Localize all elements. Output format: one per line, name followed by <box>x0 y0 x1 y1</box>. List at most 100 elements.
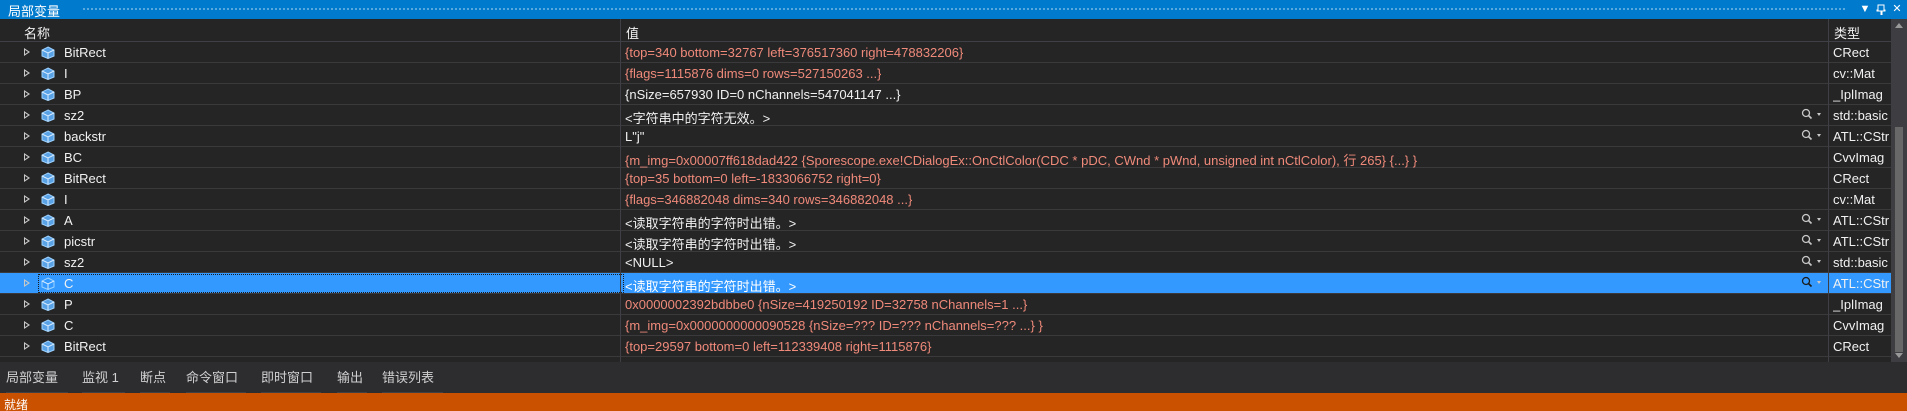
variable-row[interactable]: sz2 <字符串中的字符无效。> std::basic <box>0 105 1891 126</box>
variable-type: cv::Mat <box>1833 192 1875 207</box>
tab-2[interactable]: 断点 <box>140 367 170 395</box>
scroll-up-icon[interactable] <box>1895 23 1903 28</box>
expand-triangle-icon[interactable] <box>24 69 30 77</box>
variable-row[interactable]: A <读取字符串的字符时出错。> ATL::CStr <box>0 210 1891 231</box>
expand-triangle-icon[interactable] <box>24 321 30 329</box>
expand-triangle-icon[interactable] <box>24 300 30 308</box>
close-icon[interactable]: ✕ <box>1889 0 1905 19</box>
column-divider <box>620 19 621 362</box>
status-text: 就绪 <box>4 398 29 411</box>
variable-name[interactable]: BitRect <box>64 339 106 354</box>
expand-triangle-icon[interactable] <box>24 153 30 161</box>
variable-row[interactable]: P 0x0000002392bdbbe0 {nSize=419250192 ID=… <box>0 294 1891 315</box>
variable-type: std::basic <box>1833 255 1888 270</box>
variable-name[interactable]: I <box>64 66 68 81</box>
variable-value[interactable]: {m_img=0x00007ff618dad422 {Sporescope.ex… <box>625 150 1417 169</box>
variable-name[interactable]: C <box>64 276 73 291</box>
variable-name[interactable]: A <box>64 213 73 228</box>
locals-grid: 名称 值 类型 BitRect {top=340 bottom=32767 lef… <box>0 19 1891 362</box>
variable-row[interactable]: I {flags=346882048 dims=340 rows=34688204… <box>0 189 1891 210</box>
variable-row[interactable]: BitRect {top=340 bottom=32767 left=376517… <box>0 42 1891 63</box>
expand-triangle-icon[interactable] <box>24 342 30 350</box>
pin-icon[interactable] <box>1873 0 1889 19</box>
expand-triangle-icon[interactable] <box>24 195 30 203</box>
variable-type: CvvImag <box>1833 318 1885 333</box>
magnifier-icon[interactable] <box>1800 234 1824 248</box>
variable-row[interactable]: BitRect {top=29597 bottom=0 left=11233940… <box>0 336 1891 357</box>
expand-triangle-icon[interactable] <box>24 48 30 56</box>
variable-name[interactable]: C <box>64 318 73 333</box>
variable-row[interactable]: sz2 <NULL> std::basic <box>0 252 1891 273</box>
variable-name[interactable]: sz2 <box>64 255 84 270</box>
column-divider <box>1828 19 1829 362</box>
variable-name[interactable]: I <box>64 192 68 207</box>
column-header-type[interactable]: 类型 <box>1834 23 1860 42</box>
tab-5[interactable]: 输出 <box>337 367 367 395</box>
tab-1[interactable]: 监视 1 <box>82 367 125 395</box>
variable-value[interactable]: L"j" <box>625 129 644 144</box>
expand-triangle-icon[interactable] <box>24 174 30 182</box>
variable-name[interactable]: P <box>64 297 73 312</box>
expand-triangle-icon[interactable] <box>24 237 30 245</box>
magnifier-icon[interactable] <box>1800 276 1824 290</box>
variable-value[interactable]: {m_img=0x0000000000090528 {nSize=??? ID=… <box>625 318 1043 333</box>
tab-label: 监视 1 <box>82 370 119 385</box>
object-cube-icon <box>41 67 55 80</box>
tab-3[interactable]: 命令窗口 <box>186 367 246 395</box>
magnifier-icon[interactable] <box>1800 108 1824 122</box>
variable-value[interactable]: {nSize=657930 ID=0 nChannels=547041147 .… <box>625 87 901 102</box>
variable-name[interactable]: BitRect <box>64 171 106 186</box>
variable-row[interactable]: BitRect {top=35 bottom=0 left=-1833066752… <box>0 168 1891 189</box>
variable-name[interactable]: sz2 <box>64 108 84 123</box>
tab-6[interactable]: 错误列表 <box>382 367 443 395</box>
magnifier-icon[interactable] <box>1800 213 1824 227</box>
object-cube-icon <box>41 109 55 122</box>
variable-name[interactable]: BitRect <box>64 45 106 60</box>
variable-name[interactable]: picstr <box>64 234 95 249</box>
vertical-scrollbar[interactable] <box>1891 19 1907 362</box>
expand-triangle-icon[interactable] <box>24 216 30 224</box>
expand-triangle-icon[interactable] <box>24 111 30 119</box>
variable-value[interactable]: <NULL> <box>625 255 673 270</box>
variable-value[interactable]: {top=29597 bottom=0 left=112339408 right… <box>625 339 932 354</box>
variable-row[interactable]: BP {nSize=657930 ID=0 nChannels=547041147… <box>0 84 1891 105</box>
scroll-down-icon[interactable] <box>1895 353 1903 358</box>
variable-name[interactable]: backstr <box>64 129 106 144</box>
tab-0[interactable]: 局部变量 <box>6 367 68 395</box>
variable-row[interactable]: backstr L"j" ATL::CStr <box>0 126 1891 147</box>
variable-name[interactable]: BC <box>64 150 82 165</box>
object-cube-icon <box>41 88 55 101</box>
titlebar-grip[interactable] <box>82 7 1847 12</box>
variable-value[interactable]: <读取字符串的字符时出错。> <box>625 276 796 295</box>
variable-value[interactable]: {top=340 bottom=32767 left=376517360 rig… <box>625 45 963 60</box>
variable-type: ATL::CStr <box>1833 129 1890 144</box>
variable-value[interactable]: 0x0000002392bdbbe0 {nSize=419250192 ID=3… <box>625 297 1027 312</box>
column-header-value[interactable]: 值 <box>626 23 639 42</box>
variable-value[interactable]: {flags=346882048 dims=340 rows=346882048… <box>625 192 912 207</box>
expand-triangle-icon[interactable] <box>24 258 30 266</box>
dropdown-icon[interactable]: ▼ <box>1857 0 1873 19</box>
variable-name[interactable]: BP <box>64 87 81 102</box>
variable-value[interactable]: {flags=1115876 dims=0 rows=527150263 ...… <box>625 66 881 81</box>
variable-row[interactable]: BC {m_img=0x00007ff618dad422 {Sporescope.… <box>0 147 1891 168</box>
magnifier-icon[interactable] <box>1800 255 1824 269</box>
scrollbar-thumb[interactable] <box>1895 127 1903 352</box>
variable-row[interactable]: I {flags=1115876 dims=0 rows=527150263 ..… <box>0 63 1891 84</box>
object-cube-icon <box>41 172 55 185</box>
tab-4[interactable]: 即时窗口 <box>261 367 321 395</box>
expand-triangle-icon[interactable] <box>24 132 30 140</box>
variable-value[interactable]: {top=35 bottom=0 left=-1833066752 right=… <box>625 171 881 186</box>
variable-value[interactable]: <字符串中的字符无效。> <box>625 108 770 127</box>
variable-value[interactable]: <读取字符串的字符时出错。> <box>625 234 796 253</box>
variable-type: CRect <box>1833 171 1870 186</box>
expand-triangle-icon[interactable] <box>24 279 30 287</box>
variable-value[interactable]: <读取字符串的字符时出错。> <box>625 213 796 232</box>
variable-type: CRect <box>1833 45 1870 60</box>
magnifier-icon[interactable] <box>1800 129 1824 143</box>
variable-row[interactable]: picstr <读取字符串的字符时出错。> ATL::CStr <box>0 231 1891 252</box>
variable-row[interactable]: C <读取字符串的字符时出错。> ATL::CStr <box>0 273 1891 294</box>
column-header-name[interactable]: 名称 <box>24 23 50 42</box>
expand-triangle-icon[interactable] <box>24 90 30 98</box>
tab-label: 局部变量 <box>6 370 59 385</box>
variable-row[interactable]: C {m_img=0x0000000000090528 {nSize=??? ID… <box>0 315 1891 336</box>
